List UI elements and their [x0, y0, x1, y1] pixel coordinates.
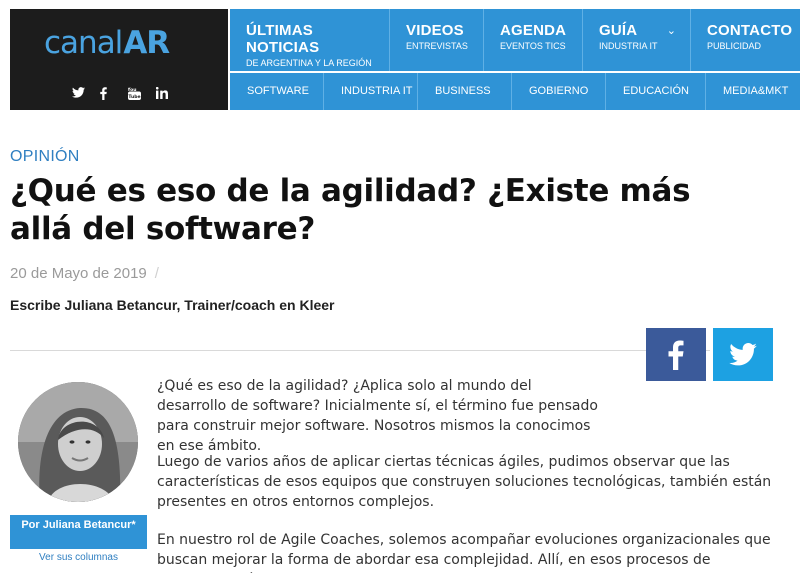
- twitter-icon[interactable]: [72, 87, 86, 100]
- article-date: 20 de Mayo de 2019: [10, 265, 147, 282]
- nav-item-title: ÚLTIMAS NOTICIAS: [246, 22, 320, 56]
- nav-item-subtitle: PUBLICIDAD: [707, 41, 762, 51]
- nav-item-title: AGENDA: [500, 22, 567, 39]
- facebook-icon[interactable]: [100, 87, 114, 100]
- article-paragraph: En nuestro rol de Agile Coaches, solemos…: [157, 532, 771, 573]
- nav-item-title: VIDEOS: [406, 22, 464, 39]
- category-educacion[interactable]: EDUCACIÓN: [606, 73, 706, 110]
- nav-item-title: GUÍA: [599, 22, 638, 39]
- youtube-icon[interactable]: Tube You: [128, 87, 142, 100]
- logo-text: canal: [44, 25, 123, 61]
- svg-text:Tube: Tube: [128, 94, 140, 100]
- nav-item-contacto[interactable]: CONTACTO PUBLICIDAD: [691, 9, 800, 71]
- nav-item-subtitle: EVENTOS TICS: [500, 41, 566, 51]
- main-nav: ÚLTIMAS NOTICIAS DE ARGENTINA Y LA REGIÓ…: [230, 9, 800, 71]
- article-byline: Escribe Juliana Betancur, Trainer/coach …: [10, 297, 335, 313]
- nav-item-subtitle: DE ARGENTINA Y LA REGIÓN: [246, 58, 372, 68]
- social-links: Tube You: [72, 87, 170, 100]
- site-logo[interactable]: canalAR: [44, 25, 170, 61]
- nav-item-subtitle: ENTREVISTAS: [406, 41, 468, 51]
- author-avatar[interactable]: [18, 382, 138, 502]
- logo-suffix: AR: [123, 25, 170, 61]
- category-media-mkt[interactable]: MEDIA&MKT: [706, 73, 800, 110]
- chevron-down-icon: ⌄: [666, 25, 676, 37]
- section-label[interactable]: OPINIÓN: [10, 148, 80, 166]
- category-industria-it[interactable]: INDUSTRIA IT: [324, 73, 418, 110]
- category-nav: SOFTWARE INDUSTRIA IT BUSINESS GOBIERNO …: [230, 73, 800, 110]
- nav-item-subtitle: INDUSTRIA IT: [599, 41, 658, 51]
- article-date-line: 20 de Mayo de 2019 /: [10, 265, 159, 282]
- author-columns-link[interactable]: Ver sus columnas: [10, 552, 147, 563]
- linkedin-icon[interactable]: [156, 87, 170, 100]
- logo-box: canalAR Tube You: [10, 9, 228, 110]
- author-name-box[interactable]: Por Juliana Betancur*: [10, 515, 147, 549]
- divider: [10, 350, 710, 351]
- twitter-share-button[interactable]: [713, 328, 773, 381]
- category-business[interactable]: BUSINESS: [418, 73, 512, 110]
- nav-item-videos[interactable]: VIDEOS ENTREVISTAS: [390, 9, 484, 71]
- nav-item-guia[interactable]: GUÍA INDUSTRIA IT ⌄: [583, 9, 691, 71]
- article-title: ¿Qué es eso de la agilidad? ¿Existe más …: [10, 173, 691, 247]
- svg-text:You: You: [128, 87, 137, 93]
- category-gobierno[interactable]: GOBIERNO: [512, 73, 606, 110]
- date-separator: /: [154, 265, 159, 282]
- facebook-share-button[interactable]: [646, 328, 706, 381]
- nav-item-title: CONTACTO: [707, 22, 793, 39]
- nav-item-agenda[interactable]: AGENDA EVENTOS TICS: [484, 9, 583, 71]
- article-paragraph: Luego de varios años de aplicar ciertas …: [157, 454, 772, 510]
- category-software[interactable]: SOFTWARE: [230, 73, 324, 110]
- facebook-icon: [668, 339, 684, 370]
- twitter-icon: [729, 343, 757, 366]
- nav-item-ultimas-noticias[interactable]: ÚLTIMAS NOTICIAS DE ARGENTINA Y LA REGIÓ…: [230, 9, 390, 71]
- article-paragraph: ¿Qué es eso de la agilidad? ¿Aplica solo…: [157, 378, 598, 454]
